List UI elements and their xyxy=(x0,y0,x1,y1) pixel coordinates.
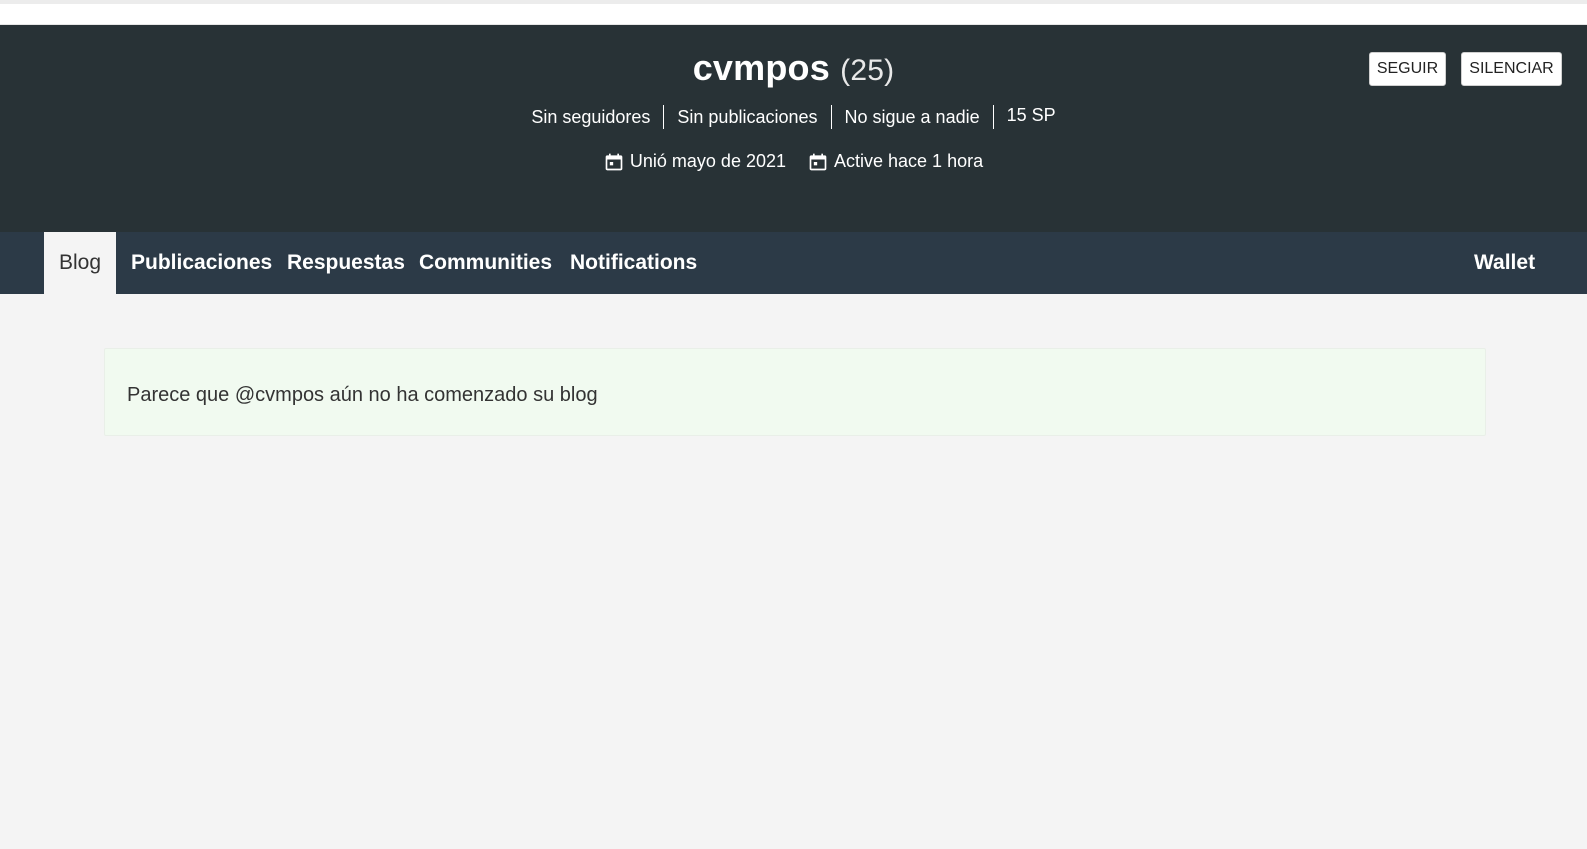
joined-info: Unió mayo de 2021 xyxy=(604,151,786,172)
tab-wallet[interactable]: Wallet xyxy=(1474,232,1535,294)
calendar-icon xyxy=(605,153,623,170)
profile-nav: Blog Publicaciones Respuestas Communitie… xyxy=(0,232,1587,294)
stat-following[interactable]: No sigue a nadie xyxy=(832,105,994,129)
tab-communities[interactable]: Communities xyxy=(419,232,552,294)
empty-blog-message: Parece que @cvmpos aún no ha comenzado s… xyxy=(127,384,598,406)
follow-button[interactable]: SEGUIR xyxy=(1369,52,1446,86)
joined-text: Unió mayo de 2021 xyxy=(629,151,786,171)
stat-followers[interactable]: Sin seguidores xyxy=(518,105,665,129)
stat-sp: 15 SP xyxy=(1006,105,1056,125)
stat-posts: Sin publicaciones xyxy=(664,105,832,129)
tab-publicaciones[interactable]: Publicaciones xyxy=(131,232,272,294)
profile-stats: Sin seguidores Sin publicaciones No sigu… xyxy=(0,105,1587,129)
active-info: Active hace 1 hora xyxy=(808,151,983,172)
empty-blog-notice: Parece que @cvmpos aún no ha comenzado s… xyxy=(104,348,1486,436)
profile-username: cvmpos xyxy=(692,47,830,88)
profile-header: cvmpos (25) Sin seguidores Sin publicaci… xyxy=(0,25,1587,232)
active-text: Active hace 1 hora xyxy=(834,151,984,171)
mute-button[interactable]: SILENCIAR xyxy=(1461,52,1562,86)
browser-top-strip xyxy=(0,0,1587,25)
tab-respuestas[interactable]: Respuestas xyxy=(287,232,405,294)
top-shadow xyxy=(0,0,1587,4)
profile-meta: Unió mayo de 2021 Active hace 1 hora xyxy=(0,151,1587,172)
tab-notifications[interactable]: Notifications xyxy=(570,232,697,294)
profile-title: cvmpos (25) xyxy=(0,47,1587,89)
tab-blog[interactable]: Blog xyxy=(44,232,117,294)
calendar-icon xyxy=(809,153,827,170)
profile-reputation: (25) xyxy=(840,54,895,87)
